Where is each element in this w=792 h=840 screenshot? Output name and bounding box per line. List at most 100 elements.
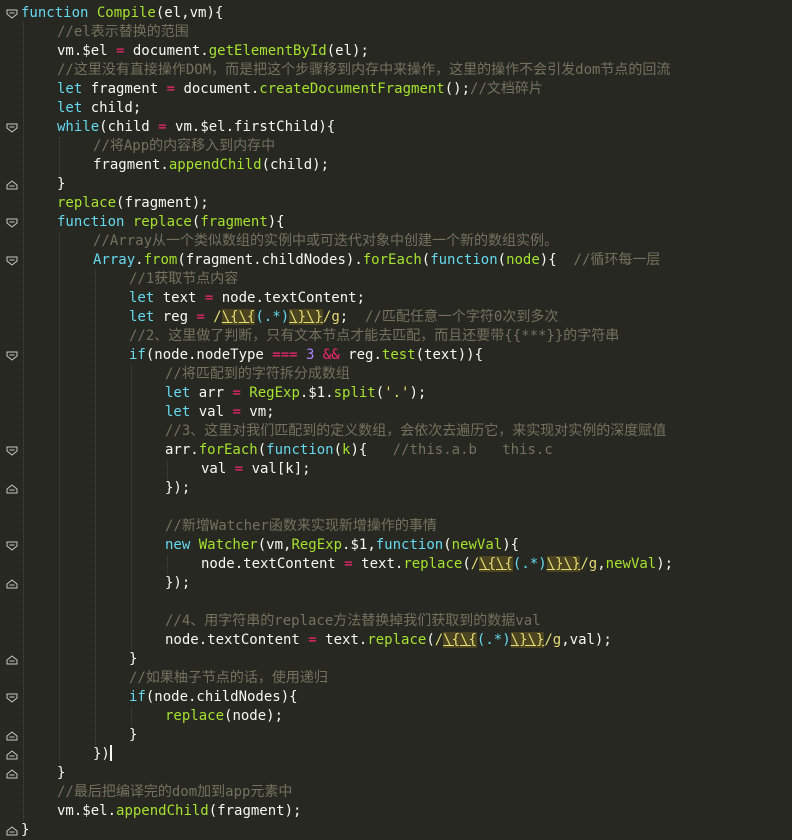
fold-collapse-icon[interactable] xyxy=(6,446,18,456)
code-line[interactable]: node.textContent = text.replace(/\{\{(.*… xyxy=(21,631,612,650)
code-line[interactable]: } xyxy=(21,175,65,194)
code-token: = xyxy=(344,556,362,572)
code-token: //this.a.b this.c xyxy=(392,442,553,458)
code-token: split xyxy=(333,385,376,401)
code-line[interactable]: //这里没有直接操作DOM，而是把这个步骤移到内存中来操作，这里的操作不会引发d… xyxy=(21,61,670,80)
code-line[interactable]: } xyxy=(21,726,137,745)
code-line[interactable]: let text = node.textContent; xyxy=(21,289,365,308)
code-token: (node.childNodes){ xyxy=(145,689,298,705)
code-token: ( xyxy=(257,442,267,458)
code-line[interactable]: }); xyxy=(21,574,190,593)
code-token: while xyxy=(57,119,100,135)
code-line[interactable]: function Compile(el,vm){ xyxy=(21,4,223,23)
code-token: RegExp xyxy=(249,385,300,401)
code-line[interactable]: let fragment = document.createDocumentFr… xyxy=(21,80,543,99)
code-line[interactable]: node.textContent = text.replace(/\{\{(.*… xyxy=(21,555,673,574)
code-line[interactable]: //将匹配到的字符拆分成数组 xyxy=(21,365,350,384)
code-token: function xyxy=(430,252,498,268)
code-line[interactable]: if(node.nodeType === 3 && reg.test(text)… xyxy=(21,346,483,365)
fold-collapse-icon[interactable] xyxy=(6,9,18,19)
code-line[interactable]: //1获取节点内容 xyxy=(21,270,238,289)
code-line[interactable]: //如果柚子节点的话，使用递归 xyxy=(21,669,328,688)
code-line[interactable] xyxy=(21,498,165,517)
code-token: (fragment); xyxy=(116,195,209,211)
fold-collapse-icon[interactable] xyxy=(6,541,18,551)
code-token: replace xyxy=(132,214,192,230)
fold-gutter xyxy=(0,0,21,840)
code-line[interactable]: //3、这里对我们匹配到的定义数组，会依次去遍历它，来实现对实例的深度赋值 xyxy=(21,422,666,441)
code-line[interactable]: }) xyxy=(21,745,112,764)
code-token: //Array从一个类似数组的实例中或可迭代对象中创建一个新的数组实例。 xyxy=(93,233,558,249)
code-editor[interactable]: function Compile(el,vm){//el表示替换的范围 vm.$e… xyxy=(0,0,792,840)
code-line[interactable]: function replace(fragment){ xyxy=(21,213,285,232)
fold-collapse-icon[interactable] xyxy=(6,123,18,133)
code-token: text. xyxy=(361,556,404,572)
fold-collapse-icon[interactable] xyxy=(6,351,18,361)
code-token: vm.$el.firstChild){ xyxy=(175,119,336,135)
code-token: //匹配任意一个字符0次到多次 xyxy=(365,309,559,325)
code-token: ); xyxy=(409,385,427,401)
code-token: ; xyxy=(339,309,366,325)
code-line[interactable]: //最后把编译完的dom加到app元素中 xyxy=(21,783,292,802)
code-line[interactable]: arr.forEach(function(k){ //this.a.b this… xyxy=(21,441,553,460)
code-line[interactable]: //新增Watcher函数来实现新增操作的事情 xyxy=(21,517,437,536)
fold-collapse-icon[interactable] xyxy=(6,218,18,228)
code-line[interactable]: } xyxy=(21,650,137,669)
code-line[interactable]: vm.$el = document.getElementById(el); xyxy=(21,42,369,61)
fold-end-icon[interactable] xyxy=(6,750,18,760)
code-line[interactable]: }); xyxy=(21,479,190,498)
code-line[interactable]: } xyxy=(21,764,65,783)
fold-end-icon[interactable] xyxy=(6,826,18,836)
fold-collapse-icon[interactable] xyxy=(6,693,18,703)
code-token: forEach xyxy=(362,252,422,268)
code-token: (child xyxy=(99,119,159,135)
code-token: Watcher xyxy=(198,537,258,553)
code-line[interactable]: new Watcher(vm,RegExp.$1,function(newVal… xyxy=(21,536,519,555)
code-line[interactable]: //2、这里做了判断，只有文本节点才能去匹配，而且还要带{{***}}的字符串 xyxy=(21,327,619,346)
code-token: fragment xyxy=(90,81,167,97)
code-token: text. xyxy=(325,632,368,648)
code-line[interactable]: //将App的内容移入到内存中 xyxy=(21,137,275,156)
code-token: createDocumentFragment xyxy=(259,81,445,97)
fold-end-icon[interactable] xyxy=(6,579,18,589)
code-line[interactable]: //Array从一个类似数组的实例中或可迭代对象中创建一个新的数组实例。 xyxy=(21,232,558,251)
code-token: newVal xyxy=(605,556,657,572)
code-line[interactable]: val = val[k]; xyxy=(21,460,311,479)
code-line[interactable]: //4、用字符串的replace方法替换掉我们获取到的数据val xyxy=(21,612,541,631)
code-line[interactable]: Array.from(fragment.childNodes).forEach(… xyxy=(21,251,660,270)
fold-end-icon[interactable] xyxy=(6,655,18,665)
code-line[interactable]: vm.$el.appendChild(fragment); xyxy=(21,802,301,821)
code-line[interactable]: replace(fragment); xyxy=(21,194,209,213)
code-token: text xyxy=(162,290,205,306)
code-line[interactable]: replace(node); xyxy=(21,707,283,726)
code-line[interactable]: } xyxy=(21,821,29,840)
code-line[interactable]: let arr = RegExp.$1.split('.'); xyxy=(21,384,426,403)
code-token: } xyxy=(57,765,66,781)
code-line[interactable]: let reg = /\{\{(.*)\}\}/g; //匹配任意一个字符0次到… xyxy=(21,308,558,327)
code-token: let xyxy=(129,290,163,306)
fold-end-icon[interactable] xyxy=(6,731,18,741)
code-token: } xyxy=(129,727,138,743)
fold-end-icon[interactable] xyxy=(6,180,18,190)
code-token: } xyxy=(57,176,66,192)
code-token: / xyxy=(434,632,444,648)
code-token: = xyxy=(204,290,222,306)
code-token: //文档碎片 xyxy=(470,81,543,97)
code-line[interactable]: let val = vm; xyxy=(21,403,275,422)
fold-end-icon[interactable] xyxy=(6,769,18,779)
code-token: function xyxy=(57,214,133,230)
code-token: (node); xyxy=(224,708,284,724)
code-token: Array xyxy=(93,252,136,268)
fold-collapse-icon[interactable] xyxy=(6,256,18,266)
code-line[interactable]: if(node.childNodes){ xyxy=(21,688,298,707)
fold-end-icon[interactable] xyxy=(6,484,18,494)
code-token: child; xyxy=(90,100,142,116)
code-line[interactable] xyxy=(21,593,165,612)
code-line[interactable]: fragment.appendChild(child); xyxy=(21,156,329,175)
code-line[interactable]: while(child = vm.$el.firstChild){ xyxy=(21,118,335,137)
code-token: / xyxy=(470,556,480,572)
code-token: let xyxy=(57,81,91,97)
code-line[interactable]: let child; xyxy=(21,99,141,118)
code-line[interactable]: //el表示替换的范围 xyxy=(21,23,189,42)
code-token: ){ xyxy=(350,442,393,458)
